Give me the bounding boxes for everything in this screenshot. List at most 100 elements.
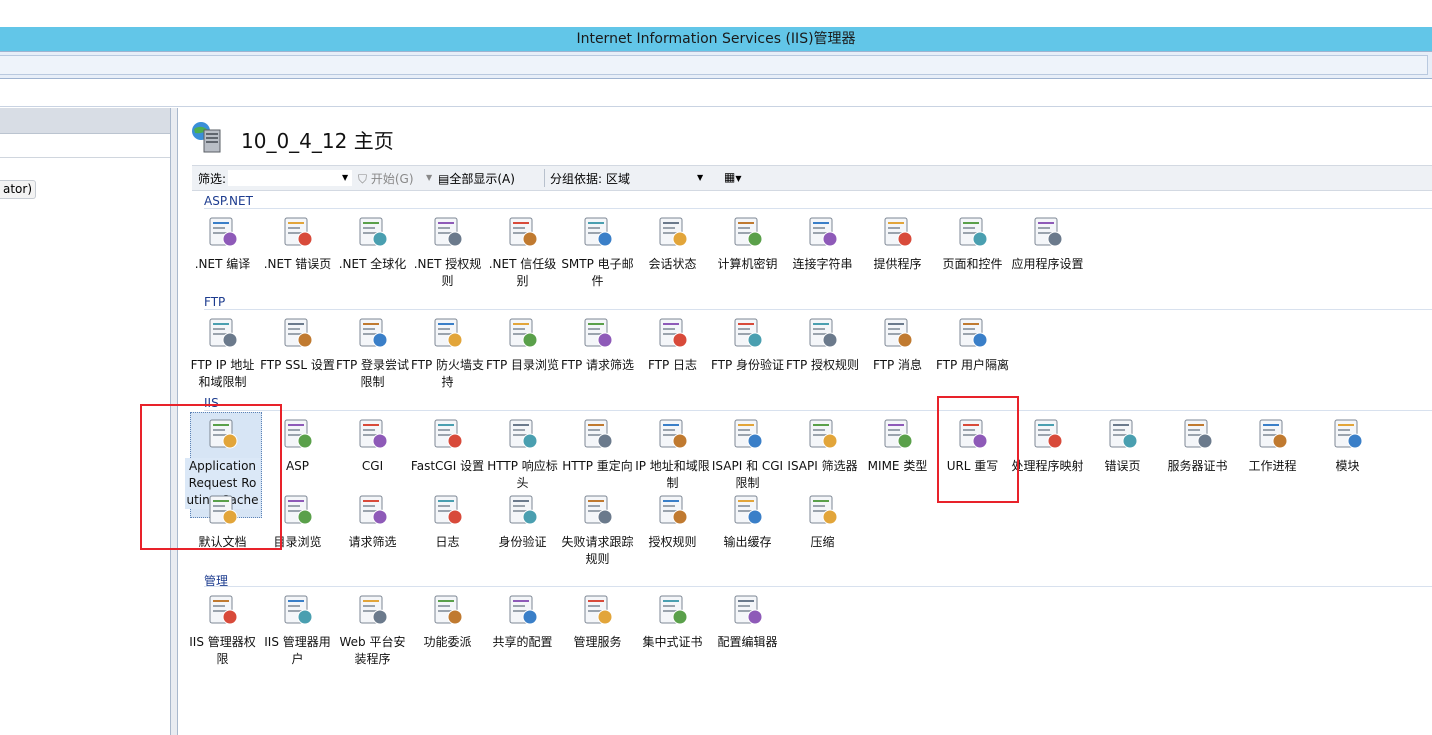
feature-iis-manager-users[interactable]: IIS 管理器用户 — [260, 592, 335, 668]
feature-compression[interactable]: 压缩 — [785, 492, 860, 551]
feature-feature-delegation[interactable]: 功能委派 — [410, 592, 485, 651]
feature-ftp-request-filtering[interactable]: FTP 请求筛选 — [560, 315, 635, 374]
feature-authorization-rules[interactable]: 授权规则 — [635, 492, 710, 551]
feature-ftp-user-isolation[interactable]: FTP 用户隔离 — [935, 315, 1010, 374]
feature-machine-key[interactable]: 计算机密钥 — [710, 214, 785, 273]
feature-label: IIS 管理器权限 — [189, 635, 256, 666]
feature-handler-mappings[interactable]: 处理程序映射 — [1010, 416, 1085, 475]
window-title: Internet Information Services (IIS)管理器 — [576, 31, 856, 47]
feature-isapi-cgi-restrictions[interactable]: ISAPI 和 CGI 限制 — [710, 416, 785, 492]
tree-node-start-page[interactable]: ator) — [0, 180, 37, 199]
feature-output-caching[interactable]: 输出缓存 — [710, 492, 785, 551]
feature-ip-restrictions[interactable]: IP 地址和域限制 — [635, 416, 710, 492]
ftp-firewall-icon — [430, 315, 466, 351]
feature-label: FTP 用户隔离 — [935, 358, 1010, 372]
web-platform-installer-icon — [355, 592, 391, 628]
feature-ftp-ip-restrictions[interactable]: FTP IP 地址和域限制 — [185, 315, 260, 391]
feature-http-response-headers[interactable]: HTTP 响应标头 — [485, 416, 560, 492]
feature-net-globalization[interactable]: .NET 全球化 — [335, 214, 410, 273]
feature-label: FTP 登录尝试限制 — [335, 358, 410, 389]
feature-isapi-filters[interactable]: ISAPI 筛选器 — [785, 416, 860, 475]
feature-authentication[interactable]: 身份验证 — [485, 492, 560, 551]
feature-net-error-pages[interactable]: .NET 错误页 — [260, 214, 335, 273]
feature-mime-types[interactable]: MIME 类型 — [860, 416, 935, 475]
ftp-authentication-icon — [730, 315, 766, 351]
net-globalization-icon — [355, 214, 391, 250]
filter-label: 筛选: — [198, 172, 227, 186]
ftp-logging-icon — [655, 315, 691, 351]
feature-logging[interactable]: 日志 — [410, 492, 485, 551]
view-grid-icon: ▦ — [724, 170, 736, 184]
ftp-messages-icon — [880, 315, 916, 351]
feature-label: FTP IP 地址和域限制 — [190, 358, 255, 389]
feature-net-trust-levels[interactable]: .NET 信任级别 — [485, 214, 560, 290]
feature-pages-controls[interactable]: 页面和控件 — [935, 214, 1010, 273]
feature-label: FTP SSL 设置 — [260, 358, 335, 372]
feature-ftp-ssl[interactable]: FTP SSL 设置 — [260, 315, 335, 374]
address-bar[interactable] — [0, 51, 1432, 79]
show-all-label: 全部显示(A) — [449, 172, 515, 186]
feature-smtp-email[interactable]: SMTP 电子邮件 — [560, 214, 635, 290]
iis-manager-permissions-icon — [205, 592, 241, 628]
feature-ftp-firewall[interactable]: FTP 防火墙支持 — [410, 315, 485, 391]
group-by-dropdown-icon[interactable]: ▼ — [697, 173, 703, 182]
feature-ftp-directory-browsing[interactable]: FTP 目录浏览 — [485, 315, 560, 374]
view-dropdown-icon: ▼ — [735, 174, 742, 183]
window-titlebar: Internet Information Services (IIS)管理器 — [0, 27, 1432, 51]
feature-label: .NET 信任级别 — [488, 257, 557, 288]
feature-modules[interactable]: 模块 — [1310, 416, 1385, 475]
feature-cgi[interactable]: CGI — [335, 416, 410, 475]
net-trust-levels-icon — [505, 214, 541, 250]
feature-worker-processes[interactable]: 工作进程 — [1235, 416, 1310, 475]
feature-management-service[interactable]: 管理服务 — [560, 592, 635, 651]
smtp-email-icon — [580, 214, 616, 250]
feature-ftp-messages[interactable]: FTP 消息 — [860, 315, 935, 374]
feature-label: FTP 消息 — [872, 358, 923, 372]
feature-label: FTP 目录浏览 — [485, 358, 560, 372]
go-dropdown-icon[interactable]: ▼ — [426, 173, 432, 182]
feature-label: 请求筛选 — [348, 535, 397, 549]
feature-providers[interactable]: 提供程序 — [860, 214, 935, 273]
feature-fastcgi[interactable]: FastCGI 设置 — [410, 416, 485, 475]
logging-icon — [430, 492, 466, 528]
address-field[interactable] — [0, 55, 1428, 75]
feature-server-certificates[interactable]: 服务器证书 — [1160, 416, 1235, 475]
worker-processes-icon — [1255, 416, 1291, 452]
feature-shared-configuration[interactable]: 共享的配置 — [485, 592, 560, 651]
group-by-label: 分组依据: — [550, 172, 603, 186]
feature-ftp-authorization[interactable]: FTP 授权规则 — [785, 315, 860, 374]
feature-request-filtering[interactable]: 请求筛选 — [335, 492, 410, 551]
group-by-value: 区域 — [606, 172, 631, 186]
feature-ftp-authentication[interactable]: FTP 身份验证 — [710, 315, 785, 374]
centralized-certificates-icon — [655, 592, 691, 628]
feature-failed-request-tracing[interactable]: 失败请求跟踪规则 — [560, 492, 635, 568]
feature-ftp-logon-attempts[interactable]: FTP 登录尝试限制 — [335, 315, 410, 391]
feature-iis-manager-permissions[interactable]: IIS 管理器权限 — [185, 592, 260, 668]
feature-http-redirect[interactable]: HTTP 重定向 — [560, 416, 635, 475]
failed-request-tracing-icon — [580, 492, 616, 528]
feature-app-settings[interactable]: 应用程序设置 — [1010, 214, 1085, 273]
feature-label: 连接字符串 — [792, 257, 853, 271]
feature-configuration-editor[interactable]: 配置编辑器 — [710, 592, 785, 651]
feature-web-platform-installer[interactable]: Web 平台安装程序 — [335, 592, 410, 668]
group-title: FTP — [204, 295, 226, 309]
feature-centralized-certificates[interactable]: 集中式证书 — [635, 592, 710, 651]
feature-session-state[interactable]: 会话状态 — [635, 214, 710, 273]
feature-label: 压缩 — [810, 535, 835, 549]
feature-label: ISAPI 和 CGI 限制 — [711, 459, 784, 490]
feature-error-pages[interactable]: 错误页 — [1085, 416, 1160, 475]
view-mode-button[interactable]: ▦▼ — [724, 170, 742, 184]
feature-ftp-logging[interactable]: FTP 日志 — [635, 315, 710, 374]
show-all-button[interactable]: ▤全部显示(A) — [438, 170, 515, 187]
feature-label: .NET 全球化 — [338, 257, 407, 271]
session-state-icon — [655, 214, 691, 250]
filter-dropdown-icon[interactable]: ▼ — [342, 173, 348, 182]
machine-key-icon — [730, 214, 766, 250]
feature-net-authorization[interactable]: .NET 授权规则 — [410, 214, 485, 290]
feature-connection-strings[interactable]: 连接字符串 — [785, 214, 860, 273]
go-button[interactable]: ⛉ 开始(G) — [358, 170, 414, 187]
feature-net-compile[interactable]: .NET 编译 — [185, 214, 260, 273]
feature-label: 计算机密钥 — [717, 257, 778, 271]
filter-input[interactable] — [227, 169, 353, 187]
toolbar-separator — [544, 169, 545, 187]
